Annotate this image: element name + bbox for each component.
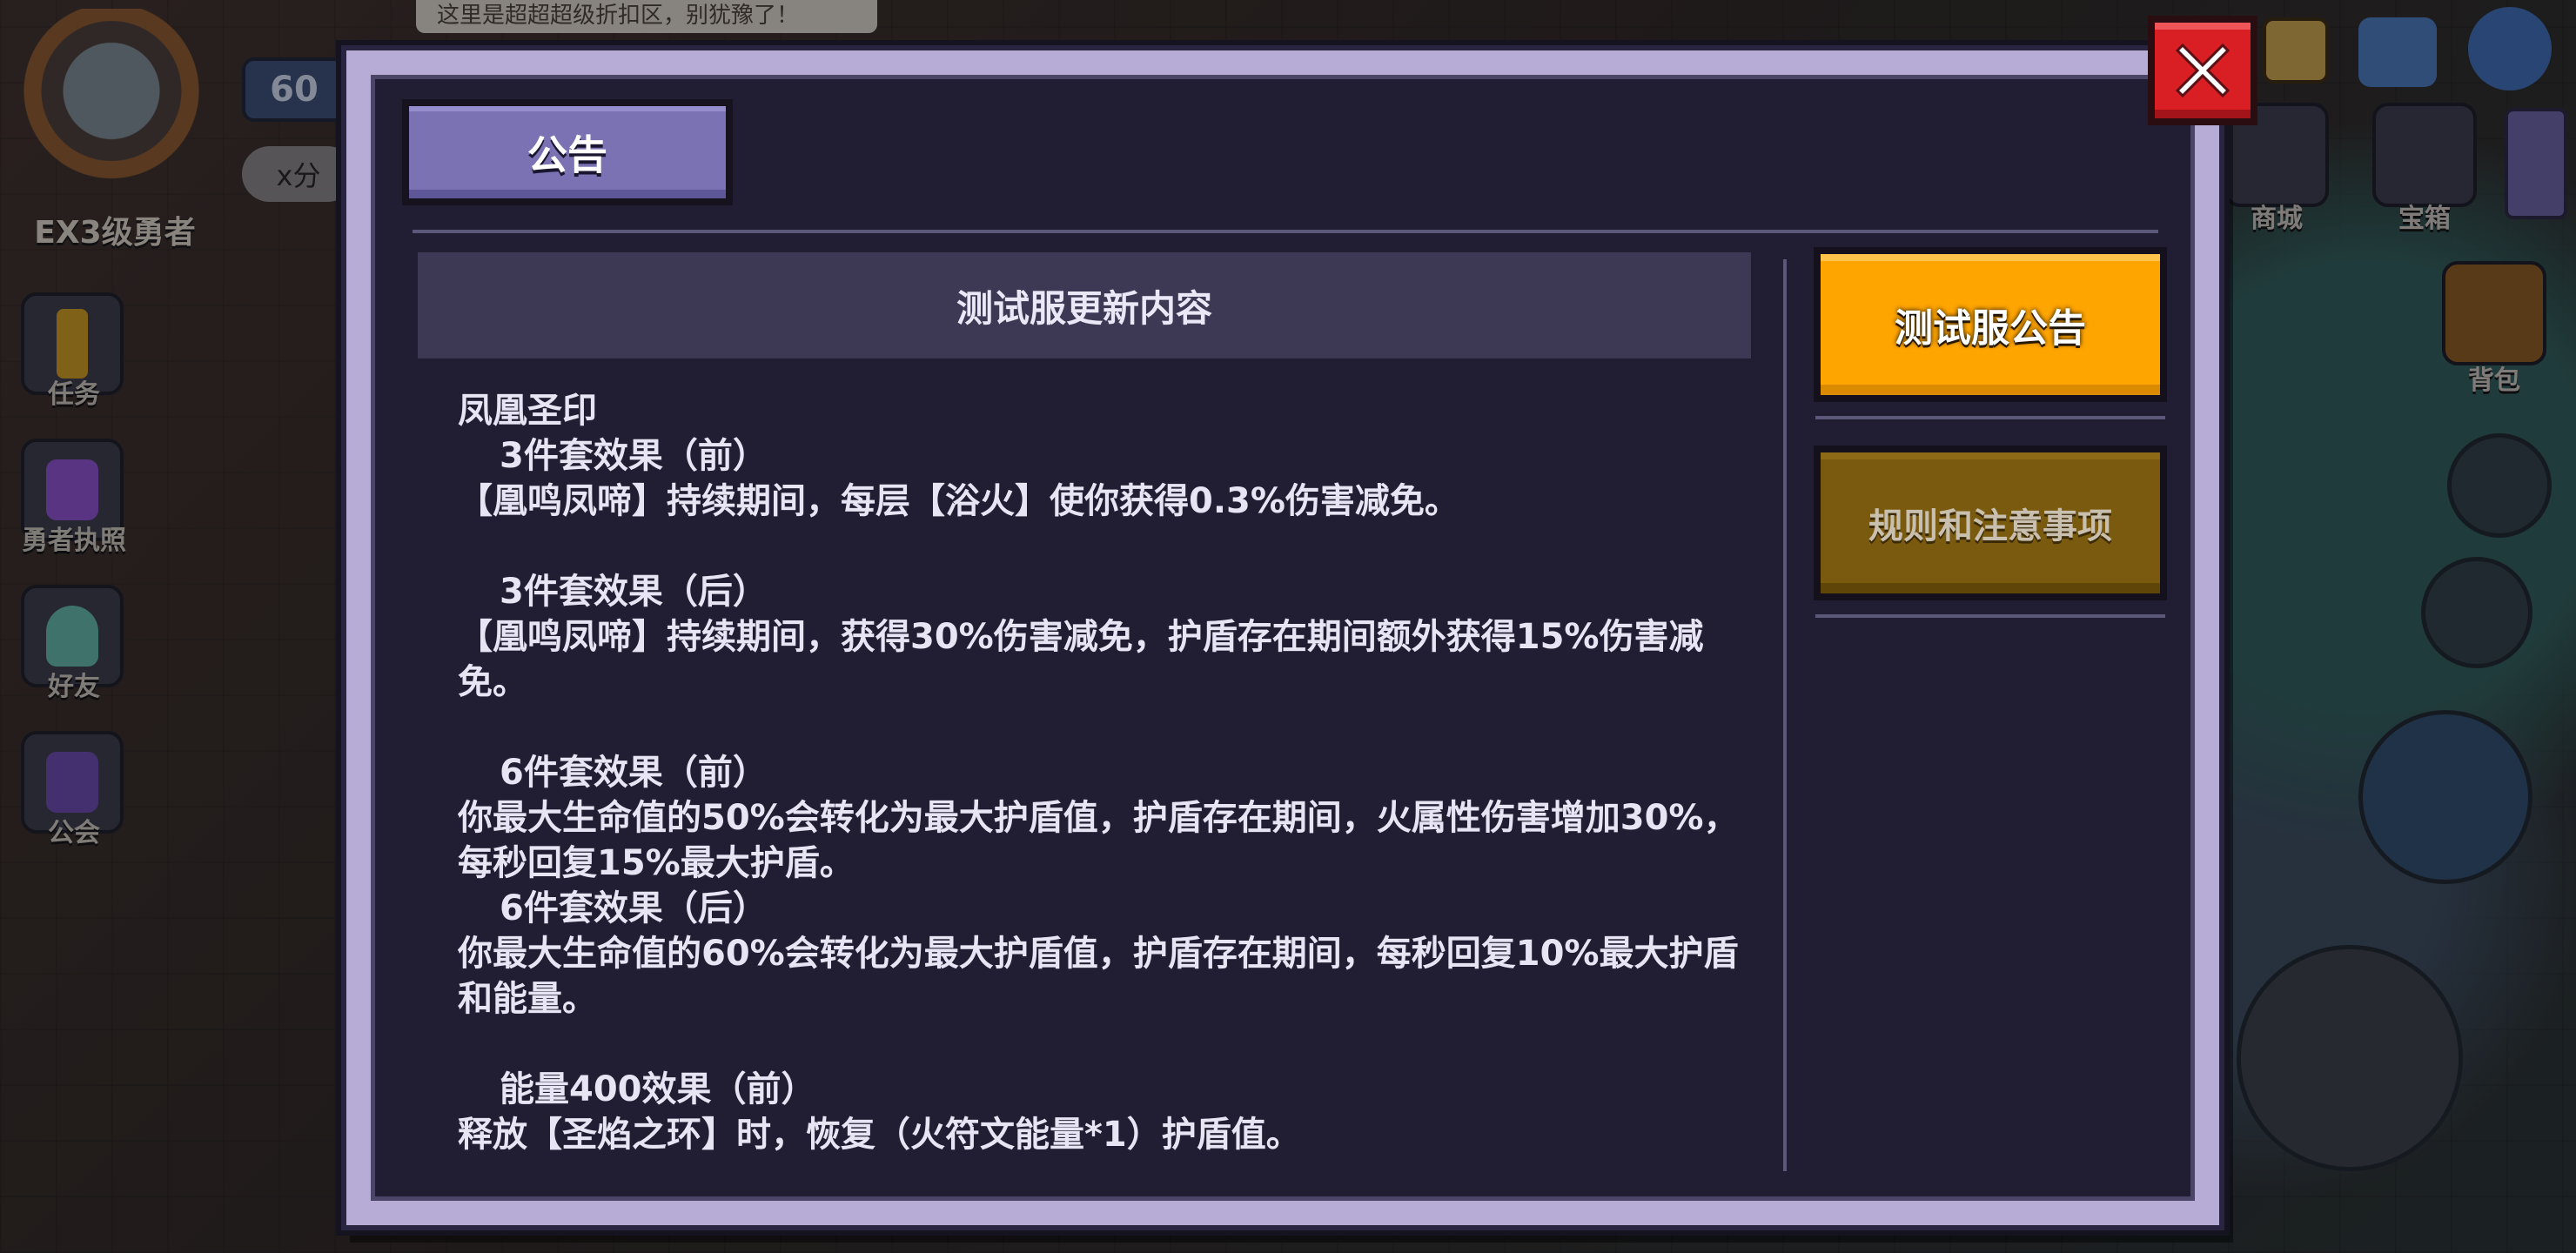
content-line: 你最大生命值的50%会转化为最大护盾值，护盾存在期间，火属性伤害增加30%，每秒… bbox=[458, 798, 1739, 883]
tab-separator bbox=[1815, 416, 2165, 419]
content-line: 凤凰圣印 bbox=[458, 391, 597, 431]
content-line: 【凰鸣凤啼】持续期间，每层【浴火】使你获得0.3%伤害减免。 bbox=[458, 481, 1459, 521]
content-line: 【凰鸣凤啼】持续期间，获得30%伤害减免，护盾存在期间额外获得15%伤害减免。 bbox=[458, 617, 1704, 702]
modal-title-tab: 公告 bbox=[402, 99, 733, 205]
tab-separator bbox=[1815, 614, 2165, 618]
announcement-content[interactable]: 凤凰圣印 3件套效果（前） 【凰鸣凤啼】持续期间，每层【浴火】使你获得0.3%伤害减… bbox=[458, 388, 1746, 1171]
title-divider bbox=[413, 230, 2158, 233]
content-header: 测试服更新内容 bbox=[418, 252, 1751, 358]
tab-test-server-announcement[interactable]: 测试服公告 bbox=[1814, 247, 2167, 402]
content-line: 释放【圣焰之环】时，恢复（火符文能量*1）护盾值。 bbox=[458, 1115, 1301, 1155]
section-heading: 6件套效果（后） bbox=[500, 888, 768, 928]
section-heading: 3件套效果（后） bbox=[500, 572, 768, 612]
tab-rules-and-notes[interactable]: 规则和注意事项 bbox=[1814, 446, 2167, 600]
close-button[interactable] bbox=[2148, 16, 2257, 125]
section-heading: 3件套效果（前） bbox=[500, 436, 768, 476]
content-line: 你最大生命值的60%会转化为最大护盾值，护盾存在期间，每秒回复10%最大护盾和能… bbox=[458, 934, 1739, 1019]
section-heading: 6件套效果（前） bbox=[500, 753, 768, 793]
close-x-icon bbox=[2175, 43, 2231, 98]
column-divider bbox=[1783, 259, 1787, 1171]
section-heading: 能量400效果（前） bbox=[500, 1069, 816, 1109]
